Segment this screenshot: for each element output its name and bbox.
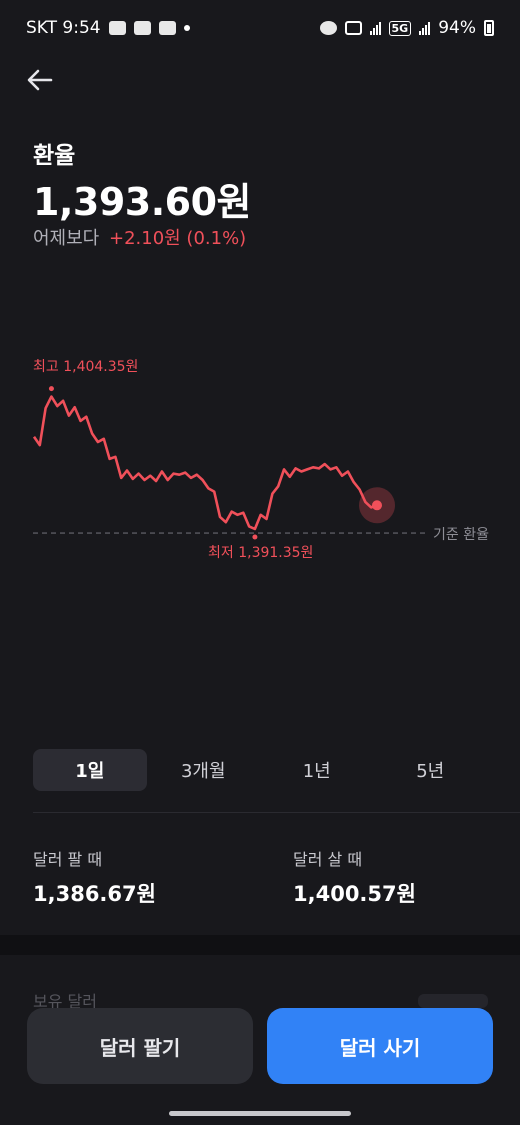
section-separator <box>0 935 520 955</box>
battery-icon <box>484 20 494 36</box>
alarm-icon <box>319 21 337 35</box>
exchange-rate-screen: SKT 9:54 5G 94% 환율 1,393.60원 어제보다 +2.10원… <box>0 0 520 1125</box>
tab-1-year[interactable]: 1년 <box>260 749 374 791</box>
arrow-left-icon <box>27 69 53 91</box>
more-notifications-icon <box>183 25 190 31</box>
buy-dollar-button[interactable]: 달러 사기 <box>267 1008 493 1084</box>
sell-price-label: 달러 팔 때 <box>33 850 103 869</box>
sell-price-value: 1,386.67원 <box>33 882 156 906</box>
sell-dollar-button[interactable]: 달러 팔기 <box>27 1008 253 1084</box>
tab-1-day[interactable]: 1일 <box>33 749 147 791</box>
mute-icon <box>344 21 362 35</box>
signal-icon <box>369 21 381 35</box>
chart-high-label: 최고 1,404.35원 <box>33 359 139 375</box>
status-bar: SKT 9:54 5G 94% <box>0 0 520 56</box>
buy-price-block: 달러 살 때 1,400.57원 <box>293 846 416 908</box>
low-point-marker <box>252 534 258 540</box>
carrier-time: SKT 9:54 <box>26 18 101 38</box>
network-type: 5G <box>388 20 412 36</box>
sell-price-block: 달러 팔 때 1,386.67원 <box>33 846 156 908</box>
high-point-marker <box>48 386 54 392</box>
divider <box>33 812 520 813</box>
buy-price-value: 1,400.57원 <box>293 882 416 906</box>
battery-percent: 94% <box>438 18 476 38</box>
bottom-action-bar: 달러 팔기 달러 사기 <box>0 1000 520 1125</box>
kakaotalk-icon <box>133 21 151 35</box>
home-indicator[interactable] <box>169 1111 351 1116</box>
kia-connect-icon <box>158 21 176 35</box>
current-point-marker <box>372 500 382 511</box>
rate-change: 어제보다 +2.10원 (0.1%) <box>33 224 246 250</box>
rate-series-line <box>32 395 378 531</box>
tab-3-months[interactable]: 3개월 <box>147 749 261 791</box>
status-left: SKT 9:54 <box>26 18 190 38</box>
tab-5-years[interactable]: 5년 <box>374 749 488 791</box>
back-button[interactable] <box>22 62 58 98</box>
chart-reference-label: 기준 환율 <box>433 527 489 543</box>
signal-icon-2 <box>419 21 431 35</box>
buy-price-label: 달러 살 때 <box>293 850 363 869</box>
status-right: 5G 94% <box>319 18 494 38</box>
gallery-icon <box>108 21 126 35</box>
rate-chart[interactable]: 최고 1,404.35원 최저 1,391.35원 기준 환율 <box>0 340 520 580</box>
period-tabs: 1일 3개월 1년 5년 <box>33 749 487 791</box>
page-title: 환율 <box>33 143 76 169</box>
change-label: 어제보다 <box>33 228 100 249</box>
current-rate: 1,393.60원 <box>33 180 251 224</box>
change-value: +2.10원 (0.1%) <box>108 228 247 249</box>
chart-low-label: 최저 1,391.35원 <box>208 545 314 561</box>
